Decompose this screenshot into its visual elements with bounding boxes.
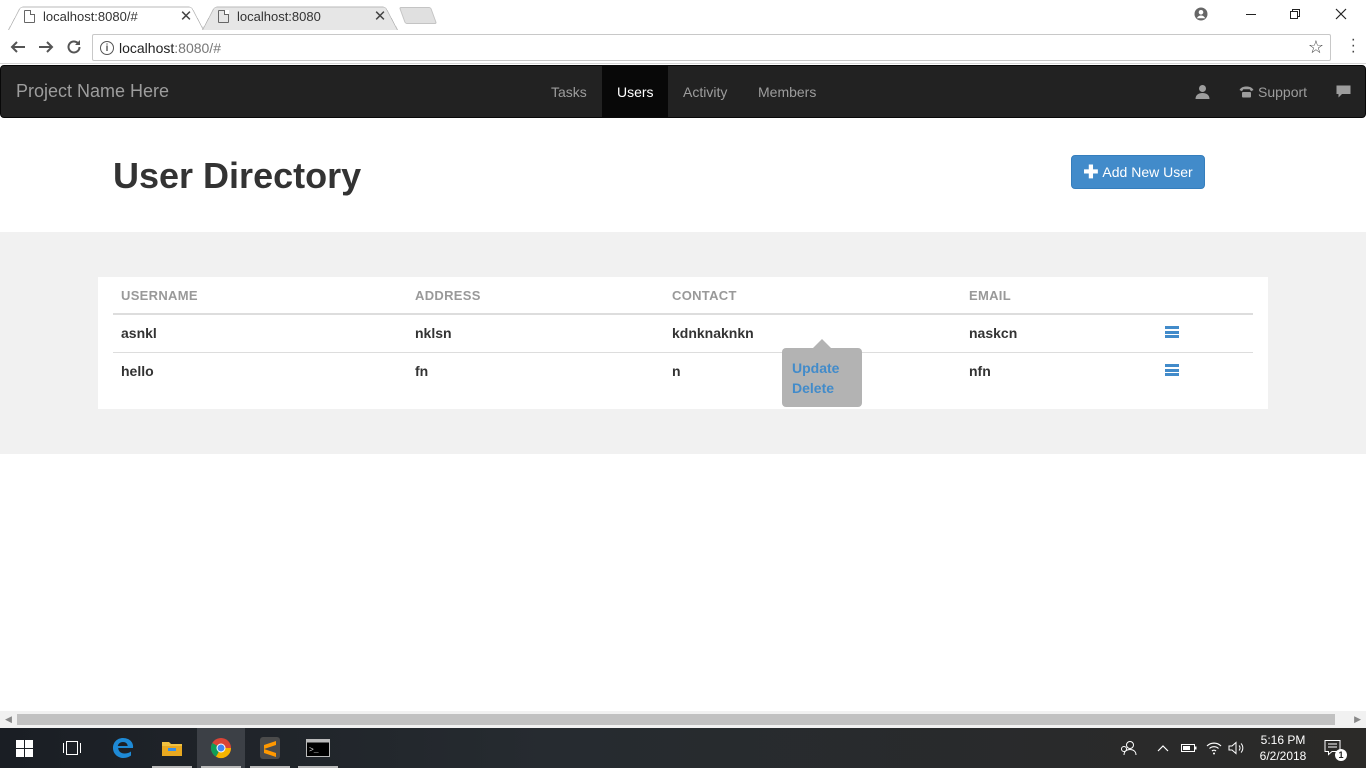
page-header: User Directory ✚ Add New User: [0, 118, 1366, 232]
notification-count-badge: 1: [1335, 749, 1347, 761]
scrollbar-thumb[interactable]: [17, 714, 1335, 725]
clock-date: 6/2/2018: [1259, 749, 1307, 763]
windows-taskbar: >_ 5:16 PM 6/2/2018 1: [0, 728, 1366, 768]
close-tab-icon[interactable]: ✕: [178, 7, 194, 25]
forward-icon[interactable]: [34, 35, 58, 59]
cell-actions: [1157, 314, 1253, 353]
add-new-user-label: Add New User: [1102, 164, 1193, 180]
page-icon: [218, 9, 229, 23]
chevron-up-icon[interactable]: [1157, 728, 1169, 768]
browser-menu-icon[interactable]: · · ·: [1351, 32, 1356, 60]
edge-browser-icon[interactable]: [99, 728, 147, 768]
chrome-icon[interactable]: [197, 728, 245, 768]
brand-link[interactable]: Project Name Here: [16, 81, 169, 102]
tab-title: localhost:8080/#: [43, 8, 138, 24]
cell-address: nklsn: [407, 314, 664, 353]
column-header-email: EMAIL: [961, 277, 1157, 315]
delete-action-link[interactable]: Delete: [792, 378, 852, 398]
command-prompt-icon[interactable]: >_: [294, 728, 342, 768]
column-header-contact: CONTACT: [664, 277, 961, 315]
battery-icon[interactable]: [1181, 728, 1197, 768]
windows-start-icon[interactable]: [0, 728, 48, 768]
scroll-left-icon[interactable]: ◀: [5, 714, 12, 725]
column-header-username: USERNAME: [113, 277, 407, 315]
column-header-actions: [1157, 277, 1253, 315]
nav-users[interactable]: Users: [602, 66, 668, 117]
new-tab-button[interactable]: [398, 7, 438, 24]
close-tab-icon[interactable]: ✕: [372, 7, 388, 25]
horizontal-scrollbar[interactable]: ◀ ▶: [0, 711, 1366, 728]
clock-time: 5:16 PM: [1260, 733, 1306, 747]
page-icon: [24, 9, 35, 23]
browser-tabstrip: localhost:8080/# ✕ localhost:8080 ✕: [0, 0, 1366, 31]
url-text: localhost:8080/#: [119, 40, 221, 56]
browser-tab-active[interactable]: localhost:8080/# ✕: [8, 2, 204, 30]
add-new-user-button[interactable]: ✚ Add New User: [1071, 155, 1205, 189]
user-table: USERNAME ADDRESS CONTACT EMAIL asnkl nkl…: [113, 277, 1253, 390]
info-icon[interactable]: i: [100, 41, 114, 55]
user-table-panel: USERNAME ADDRESS CONTACT EMAIL asnkl nkl…: [98, 277, 1268, 409]
wifi-icon[interactable]: [1206, 728, 1222, 768]
cell-email: naskcn: [961, 314, 1157, 353]
cell-email: nfn: [969, 363, 991, 380]
row-menu-icon[interactable]: [1165, 326, 1179, 339]
cell-actions: [1157, 352, 1253, 390]
nav-members[interactable]: Members: [743, 66, 831, 117]
cell-username: asnkl: [113, 314, 407, 353]
restore-icon[interactable]: [1272, 0, 1318, 28]
sublime-text-icon[interactable]: [246, 728, 294, 768]
user-profile-icon[interactable]: [1195, 66, 1210, 117]
app-navbar: Project Name Here Tasks Users Activity M…: [0, 65, 1366, 118]
tab-title: localhost:8080: [237, 8, 321, 24]
nav-tasks[interactable]: Tasks: [536, 66, 602, 117]
cell-username: hello: [121, 363, 154, 380]
support-label: Support: [1258, 83, 1308, 100]
minimize-icon[interactable]: [1228, 0, 1274, 28]
close-window-icon[interactable]: [1318, 0, 1364, 28]
update-action-link[interactable]: Update: [792, 358, 852, 378]
nav-activity[interactable]: Activity: [668, 66, 742, 117]
row-actions-popover: Update Delete: [782, 339, 862, 407]
reload-icon[interactable]: [62, 35, 86, 59]
back-icon[interactable]: [6, 35, 30, 59]
address-bar[interactable]: i localhost:8080/# ☆: [92, 34, 1331, 61]
plus-icon: ✚: [1083, 161, 1099, 182]
task-view-icon[interactable]: [48, 728, 96, 768]
table-header-row: USERNAME ADDRESS CONTACT EMAIL: [113, 277, 1253, 315]
phone-icon: [1239, 86, 1254, 98]
bookmark-star-icon[interactable]: ☆: [1308, 37, 1324, 58]
chat-icon[interactable]: [1336, 66, 1351, 117]
scroll-right-icon[interactable]: ▶: [1354, 714, 1361, 725]
cell-address: fn: [415, 363, 429, 380]
support-link[interactable]: Support: [1239, 66, 1307, 117]
people-icon[interactable]: [1120, 728, 1138, 768]
table-row: hello fn n nfn: [113, 352, 1253, 390]
browser-toolbar: i localhost:8080/# ☆ · · ·: [0, 31, 1366, 64]
volume-icon[interactable]: [1228, 728, 1246, 768]
file-explorer-icon[interactable]: [148, 728, 196, 768]
table-row: asnkl nklsn kdnknaknkn naskcn: [113, 314, 1253, 353]
page-title: User Directory: [113, 155, 362, 196]
system-clock[interactable]: 5:16 PM 6/2/2018: [1252, 732, 1314, 764]
content-area: USERNAME ADDRESS CONTACT EMAIL asnkl nkl…: [0, 232, 1366, 454]
account-icon[interactable]: [1178, 0, 1224, 28]
column-header-address: ADDRESS: [407, 277, 664, 315]
row-menu-icon[interactable]: [1165, 364, 1179, 377]
notifications-icon[interactable]: 1: [1324, 728, 1347, 768]
browser-tab[interactable]: localhost:8080 ✕: [202, 2, 398, 30]
svg-text:>_: >_: [309, 746, 319, 755]
